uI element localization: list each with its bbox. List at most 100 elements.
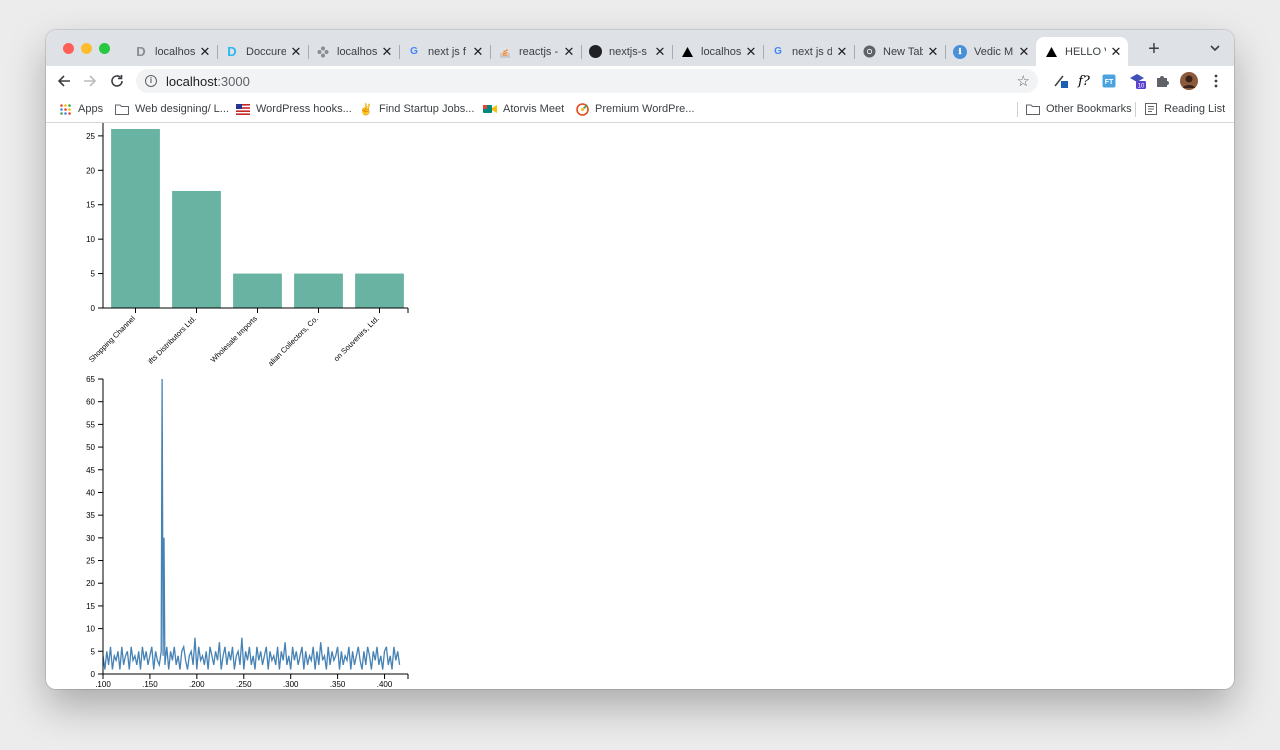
premium-wordpress-icon bbox=[575, 102, 589, 116]
back-arrow-icon[interactable] bbox=[55, 72, 73, 90]
tab-strip: D localhost ✕ D Doccure ✕ localhost ✕ G … bbox=[46, 30, 1234, 66]
y-tick-label: 10 bbox=[86, 625, 95, 634]
svg-text:FT: FT bbox=[1105, 79, 1114, 86]
bar bbox=[111, 129, 160, 308]
google-icon: G bbox=[774, 46, 782, 57]
tab-search-chevron-icon[interactable] bbox=[1208, 41, 1222, 55]
tab[interactable]: G next js d ✕ bbox=[763, 37, 854, 66]
reading-list-button[interactable]: Reading List bbox=[1144, 101, 1225, 117]
pinwheel-icon bbox=[316, 45, 330, 59]
bookmark-label: Other Bookmarks bbox=[1046, 103, 1132, 115]
folder-icon bbox=[1026, 103, 1040, 115]
tab[interactable]: localhost ✕ bbox=[308, 37, 399, 66]
y-tick-label: 55 bbox=[86, 420, 95, 429]
x-tick-label: Wholesale Imports bbox=[209, 314, 259, 364]
close-icon[interactable]: ✕ bbox=[199, 44, 211, 60]
extension-pen-icon[interactable] bbox=[1051, 71, 1071, 91]
extension-formula-icon[interactable]: f? bbox=[1074, 71, 1094, 91]
extension-badge-icon[interactable]: 10 bbox=[1128, 71, 1148, 91]
bookmark-link[interactable]: Atorvis Meet bbox=[483, 101, 564, 117]
bookmark-label: Web designing/ L... bbox=[135, 103, 229, 115]
y-tick-label: 10 bbox=[86, 235, 95, 244]
tab-title: Vedic M bbox=[974, 45, 1014, 58]
bookmarks-bar: Apps Web designing/ L... WordPress hooks… bbox=[46, 96, 1234, 123]
tab-title: HELLO V bbox=[1065, 45, 1106, 58]
bookmarks-divider bbox=[1017, 102, 1018, 117]
close-icon[interactable]: ✕ bbox=[927, 44, 939, 60]
close-icon[interactable]: ✕ bbox=[563, 44, 575, 60]
doccure-blue-icon: D bbox=[227, 44, 237, 59]
tab[interactable]: D Doccure ✕ bbox=[217, 37, 308, 66]
triangle-icon bbox=[680, 45, 694, 59]
y-tick-label: 65 bbox=[86, 375, 95, 384]
y-tick-label: 15 bbox=[86, 602, 95, 611]
bookmark-label: Apps bbox=[78, 103, 104, 115]
y-tick-label: 30 bbox=[86, 534, 95, 543]
tab[interactable]: nextjs-s ✕ bbox=[581, 37, 672, 66]
address-bar[interactable]: i localhost:3000 ☆ bbox=[136, 69, 1038, 93]
bookmark-link[interactable]: Premium WordPre... bbox=[575, 101, 694, 117]
bookmark-link[interactable]: WordPress hooks... bbox=[236, 101, 352, 117]
browser-menu-icon[interactable] bbox=[1206, 71, 1226, 91]
y-tick-label: 5 bbox=[91, 270, 96, 279]
tab-title: reactjs - bbox=[519, 45, 559, 58]
bar-chart: 0 5 10 15 20 25 Shopping Channel ifts Distribut… bbox=[86, 123, 409, 368]
bookmark-apps[interactable]: Apps bbox=[58, 101, 103, 117]
window-maximize-button[interactable] bbox=[99, 43, 110, 54]
forward-arrow-icon[interactable] bbox=[81, 72, 99, 90]
reading-list-icon bbox=[1144, 103, 1158, 115]
bookmarks-divider bbox=[1135, 102, 1136, 117]
window-close-button[interactable] bbox=[63, 43, 74, 54]
extension-ft-icon[interactable]: FT bbox=[1099, 71, 1119, 91]
x-tick-label: alian Collectors, Co. bbox=[266, 314, 320, 368]
y-tick-label: 50 bbox=[86, 443, 95, 452]
tab[interactable]: localhost ✕ bbox=[672, 37, 763, 66]
tab[interactable]: D localhost ✕ bbox=[126, 37, 217, 66]
bookmark-link[interactable]: ✌ Find Startup Jobs... bbox=[359, 101, 474, 117]
meet-camera-icon bbox=[483, 103, 497, 115]
window-minimize-button[interactable] bbox=[81, 43, 92, 54]
close-icon[interactable]: ✕ bbox=[836, 44, 848, 60]
apps-grid-icon bbox=[58, 103, 72, 115]
chrome-icon bbox=[862, 45, 876, 59]
close-icon[interactable]: ✕ bbox=[1110, 44, 1122, 60]
tab-title: localhost bbox=[337, 45, 377, 58]
tab[interactable]: New Tab ✕ bbox=[854, 37, 945, 66]
close-icon[interactable]: ✕ bbox=[745, 44, 757, 60]
x-tick-label: Shopping Channel bbox=[87, 314, 137, 364]
bookmark-label: WordPress hooks... bbox=[256, 103, 352, 115]
profile-avatar[interactable] bbox=[1179, 71, 1199, 91]
close-icon[interactable]: ✕ bbox=[654, 44, 666, 60]
tab-title: localhost bbox=[701, 45, 741, 58]
tab[interactable]: ℹ Vedic M ✕ bbox=[945, 37, 1036, 66]
tab[interactable]: G next js f ✕ bbox=[399, 37, 490, 66]
line-series bbox=[102, 378, 401, 670]
close-icon[interactable]: ✕ bbox=[1018, 44, 1030, 60]
close-icon[interactable]: ✕ bbox=[290, 44, 302, 60]
bookmark-star-icon[interactable]: ☆ bbox=[1017, 72, 1030, 90]
x-tick-label: .300 bbox=[283, 680, 299, 689]
reload-icon[interactable] bbox=[108, 72, 126, 90]
bookmark-folder[interactable]: Web designing/ L... bbox=[115, 101, 229, 117]
url-port: :3000 bbox=[217, 73, 250, 89]
tab-title: New Tab bbox=[883, 45, 923, 58]
tab[interactable]: reactjs - ✕ bbox=[490, 37, 581, 66]
tab-title: next js d bbox=[792, 45, 832, 58]
new-tab-button[interactable]: + bbox=[1142, 37, 1166, 61]
y-tick-label: 20 bbox=[86, 166, 95, 175]
bookmark-label: Premium WordPre... bbox=[595, 103, 695, 115]
bookmark-other[interactable]: Other Bookmarks bbox=[1026, 101, 1132, 117]
extensions-puzzle-icon[interactable] bbox=[1152, 71, 1172, 91]
y-tick-label: 0 bbox=[91, 304, 96, 313]
tab-active[interactable]: HELLO V ✕ bbox=[1036, 37, 1128, 66]
site-info-icon[interactable]: i bbox=[145, 75, 157, 87]
line-chart: 0 5 10 15 20 25 30 35 40 45 50 55 60 65 .100 .150 .200 .2… bbox=[86, 375, 409, 689]
close-icon[interactable]: ✕ bbox=[472, 44, 484, 60]
triangle-icon bbox=[1044, 45, 1058, 59]
y-tick-label: 0 bbox=[91, 670, 96, 679]
close-icon[interactable]: ✕ bbox=[381, 44, 393, 60]
browser-window: D localhost ✕ D Doccure ✕ localhost ✕ G … bbox=[46, 30, 1234, 689]
y-tick-label: 25 bbox=[86, 132, 95, 141]
tab-list: D localhost ✕ D Doccure ✕ localhost ✕ G … bbox=[126, 37, 1128, 66]
tab-title: next js f bbox=[428, 45, 466, 58]
